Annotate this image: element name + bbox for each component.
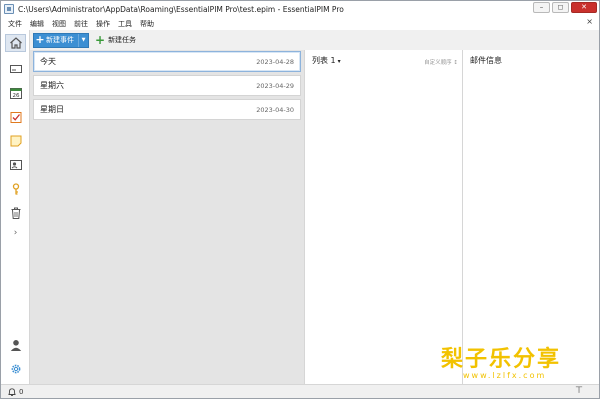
close-window-button[interactable]: ✕: [571, 2, 597, 13]
new-task-button[interactable]: + 新建任务: [95, 34, 136, 46]
notes-icon: [10, 135, 21, 147]
nav-home[interactable]: [5, 34, 26, 52]
day-date: 2023-04-28: [256, 57, 294, 66]
trash-icon: [11, 207, 20, 219]
close-database-button[interactable]: ×: [586, 17, 593, 26]
menu-edit[interactable]: 编辑: [30, 19, 44, 29]
menu-bar: 文件 编辑 视图 前往 操作 工具 帮助 ×: [1, 17, 599, 30]
new-event-dropdown-button[interactable]: ▼: [78, 33, 88, 47]
menu-go[interactable]: 前往: [74, 19, 88, 29]
new-event-button[interactable]: + 新建事件 ▼: [33, 32, 89, 48]
sort-order-button[interactable]: 自定义顺序 ↕: [424, 58, 458, 66]
calendar-icon: 26: [9, 88, 22, 99]
day-row-saturday[interactable]: 星期六 2023-04-29: [33, 75, 301, 96]
reminder-count: 0: [19, 387, 24, 396]
sort-order-label: 自定义顺序: [424, 60, 452, 66]
key-icon: [12, 183, 19, 195]
mail-info-pane: 邮件信息: [463, 50, 599, 384]
gear-icon: [11, 364, 20, 374]
tasks-icon: [10, 112, 21, 123]
user-icon: [10, 340, 21, 351]
app-window: C:\Users\Administrator\AppData\Roaming\E…: [0, 0, 600, 399]
bell-icon[interactable]: [7, 387, 17, 397]
day-date: 2023-04-30: [256, 105, 294, 114]
watermark-url: www.lzlfx.com: [463, 371, 547, 380]
menu-file[interactable]: 文件: [8, 19, 22, 29]
menu-help[interactable]: 帮助: [140, 19, 154, 29]
nav-settings[interactable]: [5, 360, 26, 378]
window-controls: – ◻ ✕: [533, 2, 597, 13]
new-task-label: 新建任务: [108, 36, 137, 44]
status-bar: 0 ⊤: [1, 384, 599, 398]
menu-actions[interactable]: 操作: [96, 19, 110, 29]
new-event-plus-icon: +: [35, 33, 45, 46]
mail-info-title: 邮件信息: [470, 56, 502, 65]
sort-icon: ↕: [453, 60, 458, 66]
day-name: 今天: [40, 57, 56, 66]
main-toolbar: + 新建事件 ▼ + 新建任务: [30, 30, 599, 50]
day-list-pane: 今天 2023-04-28 星期六 2023-04-29 星期日 2023-04…: [30, 50, 304, 384]
nav-contacts[interactable]: [5, 156, 26, 174]
watermark-logo: 梨子乐分享: [441, 346, 562, 372]
maximize-button[interactable]: ◻: [552, 2, 569, 13]
mail-icon: [9, 65, 22, 73]
day-row-sunday[interactable]: 星期日 2023-04-30: [33, 99, 301, 120]
nav-trash[interactable]: [5, 204, 26, 222]
title-bar: C:\Users\Administrator\AppData\Roaming\E…: [1, 1, 599, 17]
pin-icon[interactable]: ⊤: [575, 386, 583, 396]
new-task-plus-icon: +: [95, 33, 106, 47]
window-title: C:\Users\Administrator\AppData\Roaming\E…: [18, 4, 344, 14]
nav-calendar[interactable]: 26: [5, 84, 26, 102]
menu-tools[interactable]: 工具: [118, 19, 132, 29]
nav-tasks[interactable]: [5, 108, 26, 126]
nav-passwords[interactable]: [5, 180, 26, 198]
day-name: 星期六: [40, 81, 64, 90]
calendar-day-number: 26: [12, 93, 19, 99]
nav-mail[interactable]: [5, 60, 26, 78]
nav-notes[interactable]: [5, 132, 26, 150]
day-row-today[interactable]: 今天 2023-04-28: [33, 51, 301, 72]
home-icon: [9, 37, 22, 49]
day-name: 星期日: [40, 105, 64, 114]
chevron-down-icon: ▾: [337, 58, 341, 65]
nav-account[interactable]: [5, 336, 26, 354]
list-selector[interactable]: 列表 1 ▾: [312, 55, 341, 66]
module-sidebar: 26 ›: [1, 30, 30, 384]
list-title: 列表 1: [312, 56, 336, 65]
app-logo-icon: [4, 4, 14, 14]
day-date: 2023-04-29: [256, 81, 294, 90]
sidebar-expand-button[interactable]: ›: [5, 224, 26, 242]
minimize-button[interactable]: –: [533, 2, 550, 13]
task-list-pane: 列表 1 ▾ 自定义顺序 ↕: [304, 50, 463, 384]
new-event-label: 新建事件: [46, 36, 74, 44]
menu-view[interactable]: 视图: [52, 19, 66, 29]
contacts-icon: [9, 160, 22, 170]
